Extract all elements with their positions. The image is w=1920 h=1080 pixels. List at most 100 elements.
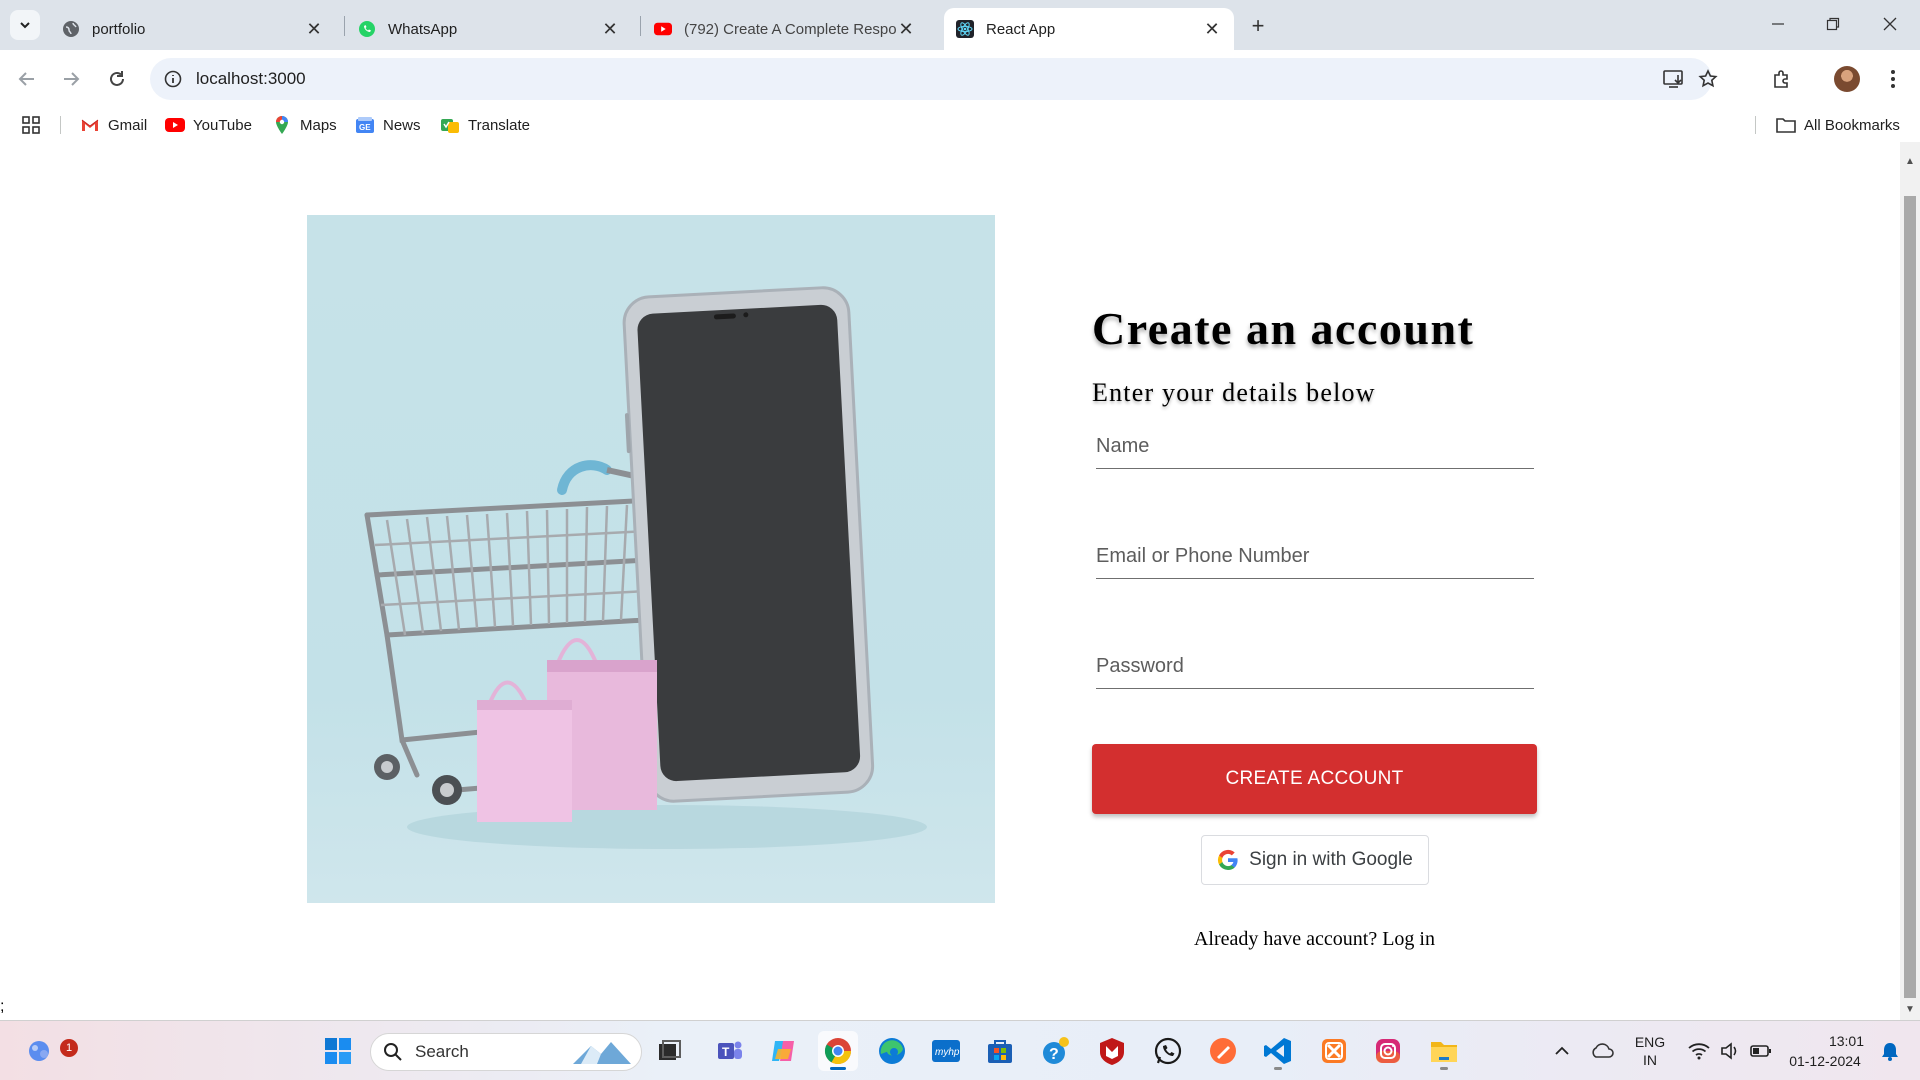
scroll-thumb[interactable] <box>1904 196 1916 998</box>
map-pin-icon <box>272 115 292 135</box>
taskbar-search[interactable]: Search <box>370 1033 642 1071</box>
help-icon: ? <box>1043 1037 1069 1064</box>
bookmark-translate[interactable]: Translate <box>440 114 530 136</box>
chevron-up-icon <box>1555 1046 1569 1055</box>
close-tab-icon[interactable]: ✕ <box>896 19 916 39</box>
task-view-icon <box>659 1040 681 1060</box>
youtube-icon <box>654 20 672 38</box>
tab-react-app[interactable]: React App ✕ <box>944 8 1234 50</box>
scroll-down-arrow-icon[interactable]: ▼ <box>1905 1004 1915 1015</box>
name-field[interactable] <box>1096 425 1534 469</box>
task-view-button[interactable] <box>650 1031 690 1071</box>
folder-icon <box>1431 1042 1457 1062</box>
close-tab-icon[interactable]: ✕ <box>304 19 324 39</box>
chrome-icon <box>824 1038 852 1065</box>
quick-settings-button[interactable] <box>1680 1031 1780 1071</box>
more-vertical-icon <box>1891 70 1895 88</box>
onedrive-button[interactable] <box>1582 1031 1622 1071</box>
language-top: ENG <box>1634 1034 1666 1050</box>
show-hidden-icons-button[interactable] <box>1542 1031 1582 1071</box>
create-account-button[interactable]: CREATE ACCOUNT <box>1092 744 1537 814</box>
teams-app[interactable]: T <box>710 1031 750 1071</box>
bookmark-youtube[interactable]: YouTube <box>165 114 252 136</box>
bookmark-news[interactable]: GE News <box>355 114 421 136</box>
clock[interactable]: 13:01 01-12-2024 <box>1780 1031 1870 1071</box>
google-signin-button[interactable]: Sign in with Google <box>1201 835 1429 885</box>
email-phone-field[interactable] <box>1096 535 1534 579</box>
search-highlight-icon <box>573 1042 631 1064</box>
copilot-app[interactable] <box>764 1031 804 1071</box>
tab-title: React App <box>986 20 1056 38</box>
plus-icon: + <box>1251 13 1265 38</box>
svg-text:?: ? <box>1049 1046 1059 1063</box>
edge-app[interactable] <box>872 1031 912 1071</box>
minimize-button[interactable] <box>1758 8 1798 40</box>
close-window-button[interactable] <box>1870 8 1910 40</box>
tab-youtube-video[interactable]: (792) Create A Complete Respo ✕ <box>642 8 928 50</box>
search-icon <box>384 1043 402 1061</box>
apps-grid-icon <box>22 116 40 134</box>
menu-button[interactable] <box>1876 62 1910 96</box>
address-bar[interactable]: localhost:3000 <box>150 58 1718 100</box>
apps-button[interactable] <box>22 114 40 136</box>
reload-button[interactable] <box>100 62 134 96</box>
restore-button[interactable] <box>1813 8 1853 40</box>
whatsapp-app[interactable] <box>1148 1031 1188 1071</box>
postman-app[interactable] <box>1203 1031 1243 1071</box>
back-button[interactable] <box>10 62 44 96</box>
bookmark-label: Translate <box>468 116 530 134</box>
running-app-indicator <box>1440 1067 1448 1070</box>
profile-button[interactable] <box>1830 62 1864 96</box>
page-scrollbar[interactable]: ▲ ▼ <box>1900 142 1920 1020</box>
language-indicator[interactable]: ENG IN <box>1628 1033 1672 1069</box>
start-button[interactable] <box>318 1031 358 1071</box>
windows-taskbar: 1 Search T myhp ? ENG IN 13:01 01-12-202… <box>0 1020 1920 1080</box>
browser-toolbar: localhost:3000 <box>0 50 1920 108</box>
bookmark-maps[interactable]: Maps <box>272 114 337 136</box>
url-text[interactable]: localhost:3000 <box>196 69 306 89</box>
tab-title: (792) Create A Complete Respo <box>684 20 896 38</box>
instagram-app[interactable] <box>1368 1031 1408 1071</box>
site-info-icon[interactable] <box>162 68 184 90</box>
login-prompt: Already have account? Log in <box>1092 928 1537 951</box>
notifications-button[interactable] <box>1872 1031 1908 1071</box>
tab-search-button[interactable] <box>10 10 40 40</box>
bookmark-label: Gmail <box>108 116 148 134</box>
close-tab-icon[interactable]: ✕ <box>1202 19 1222 39</box>
extensions-button[interactable] <box>1765 62 1799 96</box>
chrome-app[interactable] <box>818 1031 858 1071</box>
page-viewport: Create an account Enter your details bel… <box>0 142 1900 1020</box>
mcafee-app[interactable] <box>1092 1031 1132 1071</box>
tab-whatsapp[interactable]: WhatsApp ✕ <box>346 8 632 50</box>
vscode-app[interactable] <box>1258 1031 1298 1071</box>
bookmark-gmail[interactable]: Gmail <box>80 114 147 136</box>
bookmark-label: YouTube <box>193 116 252 134</box>
scroll-up-arrow-icon[interactable]: ▲ <box>1905 156 1915 167</box>
close-tab-icon[interactable]: ✕ <box>600 19 620 39</box>
tab-portfolio[interactable]: portfolio ✕ <box>50 8 336 50</box>
login-link[interactable]: Log in <box>1382 928 1435 950</box>
new-tab-button[interactable]: + <box>1244 12 1272 40</box>
reload-icon <box>110 71 124 86</box>
whatsapp-icon <box>1154 1037 1182 1065</box>
store-app[interactable] <box>980 1031 1020 1071</box>
google-signin-label: Sign in with Google <box>1249 849 1413 870</box>
bookmark-label: News <box>383 116 421 134</box>
bookmark-star-icon[interactable] <box>1696 67 1720 91</box>
volume-icon <box>1721 1042 1737 1060</box>
forward-button[interactable] <box>54 62 88 96</box>
battery-icon <box>1750 1045 1771 1057</box>
puzzle-icon <box>1774 70 1788 88</box>
all-bookmarks-button[interactable]: All Bookmarks <box>1776 114 1900 136</box>
cloud-icon <box>1592 1043 1614 1058</box>
weather-widget[interactable]: 1 <box>20 1031 78 1071</box>
svg-text:GE: GE <box>359 123 371 132</box>
xampp-app[interactable] <box>1314 1031 1354 1071</box>
password-field[interactable] <box>1096 645 1534 689</box>
get-help-app[interactable]: ? <box>1036 1031 1076 1071</box>
store-icon <box>988 1040 1012 1063</box>
file-explorer-app[interactable] <box>1424 1031 1464 1071</box>
myhp-app[interactable]: myhp <box>926 1031 966 1071</box>
react-icon <box>956 20 974 38</box>
install-app-icon[interactable] <box>1662 67 1686 91</box>
